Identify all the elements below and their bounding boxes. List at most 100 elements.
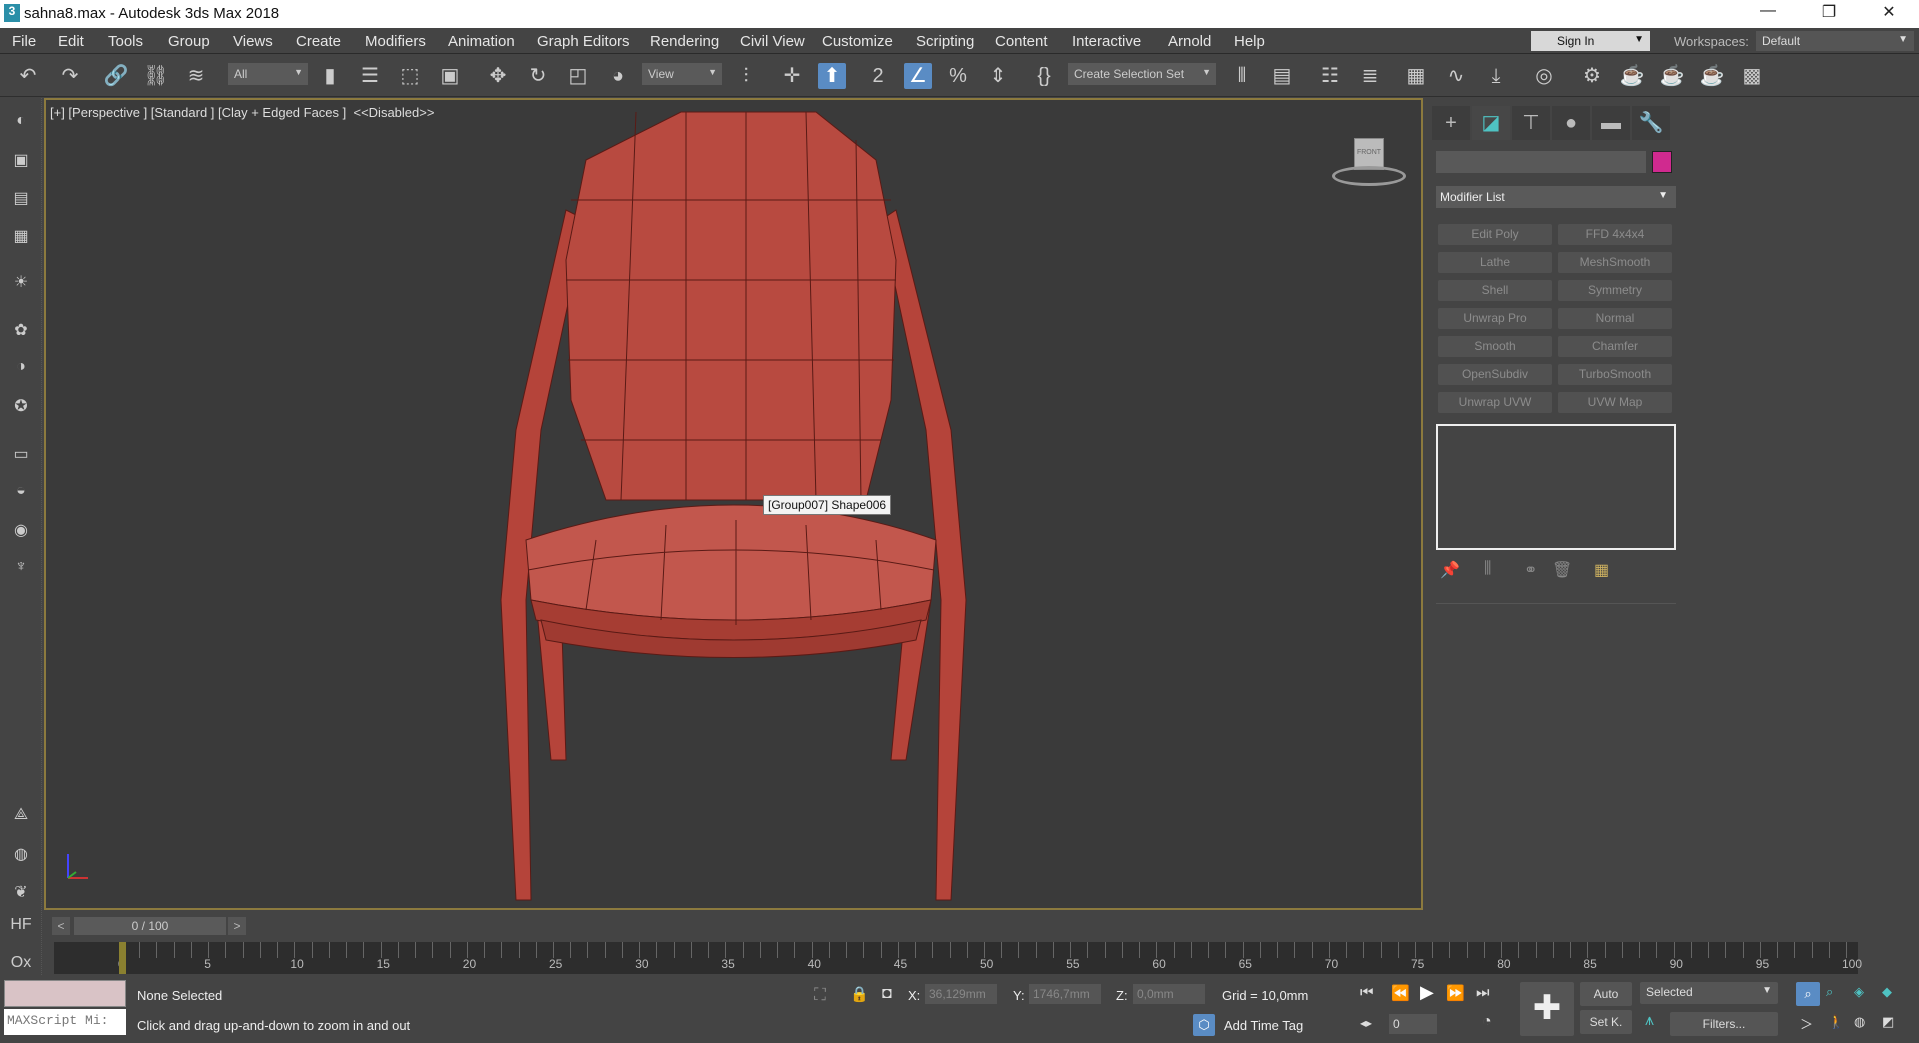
timeline-track[interactable]: 0510152025303540455055606570758085909510…	[54, 942, 1862, 974]
modifier-turbosmooth-button[interactable]: TurboSmooth	[1558, 364, 1672, 385]
render-production-icon[interactable]: ☕	[1658, 63, 1686, 89]
hair-icon[interactable]: ✿	[8, 320, 34, 344]
list-icon[interactable]: ▤	[8, 188, 34, 212]
zoom-extents-all-icon[interactable]: ◆	[1882, 984, 1892, 1000]
selection-filter-dropdown[interactable]: All ▼	[228, 63, 308, 85]
light-icon[interactable]: ☀	[8, 272, 34, 296]
timeline-frame-cursor[interactable]	[119, 942, 126, 974]
auto-key-button[interactable]: Auto	[1580, 982, 1632, 1006]
object-name-input[interactable]	[1436, 151, 1646, 173]
move-icon[interactable]: ✥	[484, 63, 512, 89]
menu-views[interactable]: Views	[233, 33, 273, 50]
sound-icon[interactable]: ◑	[8, 358, 34, 382]
set-key-button[interactable]: Set K.	[1580, 1010, 1632, 1034]
x-coordinate-input[interactable]: 36,129mm	[925, 984, 997, 1004]
zoom-all-icon[interactable]: ⌕	[1826, 984, 1833, 1000]
grid-icon[interactable]: ▦	[8, 226, 34, 250]
modifier-meshsmooth-button[interactable]: MeshSmooth	[1558, 252, 1672, 273]
modifier-opensubdiv-button[interactable]: OpenSubdiv	[1438, 364, 1552, 385]
material-editor-icon[interactable]: ◎	[1530, 63, 1558, 89]
z-coordinate-input[interactable]: 0,0mm	[1133, 984, 1205, 1004]
absolute-mode-icon[interactable]: ◘	[882, 985, 892, 1003]
modifier-stack[interactable]	[1436, 424, 1676, 550]
play-icon[interactable]: ▶	[1420, 982, 1434, 1003]
perspective-viewport[interactable]: [+] [Perspective ] [Standard ] [Clay + E…	[44, 98, 1423, 910]
utilities-tab-icon[interactable]: 🔧	[1632, 106, 1670, 140]
maxscript-listener-output[interactable]	[4, 980, 126, 1007]
modifier-chamfer-button[interactable]: Chamfer	[1558, 336, 1672, 357]
zoom-extents-icon[interactable]: ◈	[1854, 984, 1864, 1000]
field-of-view-icon[interactable]: ＞	[1800, 1014, 1813, 1033]
menu-create[interactable]: Create	[296, 33, 341, 50]
menu-interactive[interactable]: Interactive	[1072, 33, 1141, 50]
select-manipulate-icon[interactable]: ✛	[778, 63, 806, 89]
modifier-unwrap-uvw-button[interactable]: Unwrap UVW	[1438, 392, 1552, 413]
time-slider[interactable]: < 0 / 100 >	[44, 914, 1423, 938]
menu-civil-view[interactable]: Civil View	[740, 33, 805, 50]
remove-modifier-icon[interactable]: 🗑	[1552, 560, 1572, 580]
add-time-tag-button[interactable]: Add Time Tag	[1224, 1018, 1303, 1033]
link-icon[interactable]: 🔗	[102, 63, 130, 89]
walk-through-icon[interactable]: 🚶	[1828, 1014, 1844, 1030]
current-frame-input[interactable]: 0	[1389, 1014, 1437, 1034]
modify-tab-icon[interactable]: ◪	[1472, 106, 1510, 140]
select-object-icon[interactable]: ▮	[316, 63, 344, 89]
modifier-unwrap-pro-button[interactable]: Unwrap Pro	[1438, 308, 1552, 329]
menu-graph-editors[interactable]: Graph Editors	[537, 33, 630, 50]
window-crossing-icon[interactable]: ▣	[436, 63, 464, 89]
curve-editor-icon[interactable]: ∿	[1442, 63, 1470, 89]
pin-stack-icon[interactable]: 📌	[1440, 560, 1460, 580]
time-configuration-icon[interactable]: ◔	[1482, 1013, 1492, 1031]
spinner-snap-icon[interactable]: ⇕	[984, 63, 1012, 89]
mirror-icon[interactable]: ⫴	[1228, 63, 1256, 89]
menu-group[interactable]: Group	[168, 33, 210, 50]
maximize-button[interactable]: ❐	[1806, 2, 1852, 26]
named-selection-sets-icon[interactable]: {}	[1030, 63, 1058, 89]
hair-farm-icon[interactable]: HF	[8, 916, 34, 940]
menu-content[interactable]: Content	[995, 33, 1048, 50]
menu-arnold[interactable]: Arnold	[1168, 33, 1211, 50]
menu-scripting[interactable]: Scripting	[916, 33, 974, 50]
time-tag-icon[interactable]: ⬡	[1193, 1014, 1215, 1036]
rotate-icon[interactable]: ↻	[524, 63, 552, 89]
make-unique-icon[interactable]: ⚭	[1524, 560, 1537, 580]
menu-edit[interactable]: Edit	[58, 33, 84, 50]
scene-explorer-icon[interactable]: ☷	[1316, 63, 1344, 89]
selection-lock-icon[interactable]: 🔒	[850, 985, 869, 1003]
render-icon[interactable]: ▣	[8, 150, 34, 174]
viewcube-ring[interactable]	[1332, 166, 1406, 186]
globe-icon[interactable]: ◍	[8, 844, 34, 868]
plant-icon[interactable]: ❦	[8, 882, 34, 906]
sphere-icon[interactable]: ◒	[8, 482, 34, 506]
maximize-viewport-icon[interactable]: ◩	[1882, 1014, 1894, 1030]
menu-help[interactable]: Help	[1234, 33, 1265, 50]
modifier-lathe-button[interactable]: Lathe	[1438, 252, 1552, 273]
key-filters-button[interactable]: Filters...	[1670, 1012, 1778, 1036]
snaps-toggle-icon[interactable]: 2	[864, 63, 892, 89]
teapot-icon[interactable]: ◉	[8, 520, 34, 544]
modifier-list-dropdown[interactable]: Modifier List ▼	[1436, 186, 1676, 208]
workspace-dropdown[interactable]: Default ▼	[1756, 31, 1914, 51]
place-icon[interactable]: ◕	[604, 63, 632, 89]
modifier-smooth-button[interactable]: Smooth	[1438, 336, 1552, 357]
viewport-layout-icon[interactable]: ▩	[1738, 63, 1766, 89]
display-tab-icon[interactable]: ▬	[1592, 106, 1630, 140]
modifier-edit-poly-button[interactable]: Edit Poly	[1438, 224, 1552, 245]
layer-explorer-icon[interactable]: ≣	[1356, 63, 1384, 89]
viewcube[interactable]: FRONT	[1328, 132, 1408, 192]
y-coordinate-input[interactable]: 1746,7mm	[1029, 984, 1101, 1004]
modifier-uvw-map-button[interactable]: UVW Map	[1558, 392, 1672, 413]
schematic-view-icon[interactable]: ⤓	[1482, 63, 1510, 89]
maxscript-mini-listener-input[interactable]: MAXScript Mi:	[4, 1009, 126, 1035]
go-to-end-icon[interactable]: ⏭	[1476, 984, 1490, 1001]
next-frame-icon[interactable]: ⏩	[1446, 984, 1465, 1002]
rendered-frame-window-icon[interactable]: ☕	[1618, 63, 1646, 89]
bind-space-warp-icon[interactable]: ≋	[182, 63, 210, 89]
show-end-result-icon[interactable]: ⫼	[1484, 560, 1491, 578]
menu-animation[interactable]: Animation	[448, 33, 515, 50]
angle-snap-icon[interactable]: ∠	[904, 63, 932, 89]
configure-modifier-sets-icon[interactable]: ▦	[1594, 560, 1609, 580]
axis-icon[interactable]: ⟁	[8, 806, 34, 830]
hierarchy-tab-icon[interactable]: ⊤	[1512, 106, 1550, 140]
scale-icon[interactable]: ◰	[564, 63, 592, 89]
